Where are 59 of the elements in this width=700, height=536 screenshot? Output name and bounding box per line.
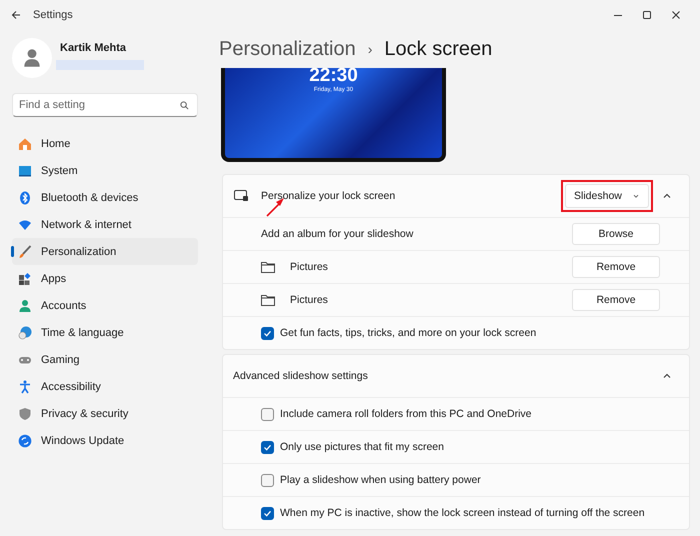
remove-button[interactable]: Remove: [572, 256, 660, 278]
nav-item[interactable]: Gaming: [12, 346, 198, 373]
nav-item[interactable]: System: [12, 157, 198, 184]
search-field[interactable]: Find a setting: [12, 93, 198, 117]
folder-icon: [261, 294, 275, 306]
nav-item[interactable]: Network & internet: [12, 211, 198, 238]
search-icon: [180, 101, 189, 110]
preview-time: 22:30: [309, 68, 358, 84]
nav-item[interactable]: Windows Update: [12, 427, 198, 454]
nav-item[interactable]: Privacy & security: [12, 400, 198, 427]
checkmark-icon: [263, 328, 272, 338]
browse-button[interactable]: Browse: [572, 223, 660, 245]
paintbrush-icon: [18, 244, 32, 258]
folder-name: Pictures: [290, 294, 329, 306]
checkbox[interactable]: [261, 474, 274, 486]
section-title: Advanced slideshow settings: [233, 370, 369, 382]
remove-button[interactable]: Remove: [572, 289, 660, 311]
chevron-down-icon: [632, 192, 640, 200]
monitor-lock-icon: [234, 190, 249, 202]
monitor-icon: [18, 164, 32, 178]
setting-label: Add an album for your slideshow: [261, 228, 414, 240]
nav-item[interactable]: Time & language: [12, 319, 198, 346]
person-icon: [18, 298, 32, 312]
nav-item[interactable]: Apps: [12, 265, 198, 292]
wifi-icon: [18, 218, 32, 232]
accessibility-icon: [18, 380, 32, 394]
bluetooth-icon: [18, 190, 32, 204]
apps-icon: [18, 272, 32, 286]
checkbox-label: Get fun facts, tips, tricks, and more on your lock screen: [280, 327, 536, 339]
house-icon: [18, 136, 32, 150]
checkbox-label: Only use pictures that fit my screen: [280, 441, 444, 453]
checkbox[interactable]: [261, 440, 274, 454]
user-name: Kartik Mehta: [60, 42, 128, 54]
globe-clock-icon: [18, 326, 32, 340]
back-arrow-icon[interactable]: [11, 10, 21, 20]
nav-item[interactable]: Personalization: [12, 238, 198, 265]
checkbox[interactable]: [261, 506, 274, 520]
breadcrumb-link[interactable]: Personalization: [219, 38, 356, 60]
nav-item[interactable]: Accounts: [12, 292, 198, 319]
checkbox[interactable]: [261, 408, 274, 420]
checkbox-label: Play a slideshow when using battery power: [280, 474, 481, 486]
checkbox-label: Include camera roll folders from this PC and OneDrive: [280, 408, 532, 420]
nav-item[interactable]: Accessibility: [12, 373, 198, 400]
shield-icon: [18, 406, 32, 420]
folder-icon: [261, 261, 275, 273]
page-title: Lock screen: [384, 38, 492, 60]
nav-item[interactable]: Home: [12, 130, 198, 157]
sync-icon: [18, 434, 32, 448]
setting-label: Personalize your lock screen: [261, 190, 396, 202]
checkbox-label: When my PC is inactive, show the lock screen instead of turning off the screen: [280, 507, 645, 519]
checkmark-icon: [263, 442, 272, 452]
window-title: Settings: [33, 9, 74, 21]
checkbox[interactable]: [261, 326, 274, 340]
breadcrumb-separator: ›: [368, 41, 372, 57]
folder-name: Pictures: [290, 261, 329, 273]
close-icon[interactable]: [671, 10, 681, 20]
maximize-icon[interactable]: [642, 10, 652, 20]
nav-item[interactable]: Bluetooth & devices: [12, 184, 198, 211]
checkmark-icon: [263, 508, 272, 518]
